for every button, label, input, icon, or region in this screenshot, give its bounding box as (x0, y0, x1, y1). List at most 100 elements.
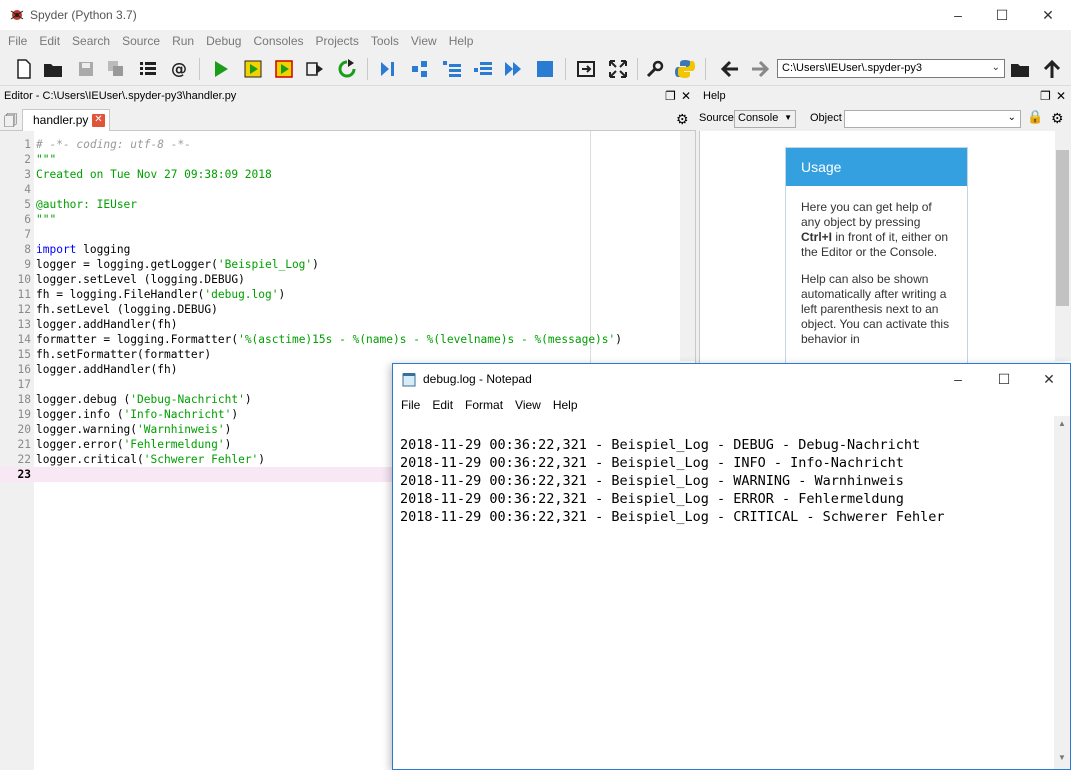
code-text: logger.addHandler(fh) (33, 318, 177, 331)
help-undock-icon[interactable]: ❐ (1040, 89, 1051, 103)
code-text: logger.setLevel (logging.DEBUG) (33, 273, 245, 286)
spyder-titlebar: Spyder (Python 3.7) – ☐ ✕ (0, 0, 1071, 30)
python-path-icon[interactable] (673, 57, 697, 81)
help-scrollbar-thumb[interactable] (1056, 150, 1069, 306)
spyder-logo-icon (10, 10, 24, 20)
code-token: ) (615, 333, 623, 346)
menu-help[interactable]: Help (443, 30, 480, 52)
close-tab-icon[interactable]: ✕ (92, 114, 105, 127)
close-button[interactable]: ✕ (1025, 0, 1071, 30)
lock-icon[interactable]: 🔒 (1027, 109, 1043, 125)
scroll-down-icon[interactable]: ▼ (1058, 753, 1066, 762)
working-directory-combo[interactable]: C:\Users\IEUser\.spyder-py3 ⌄ (777, 59, 1005, 78)
line-number: 9 (24, 258, 31, 271)
notepad-menu-view[interactable]: View (509, 394, 547, 416)
menu-tools[interactable]: Tools (365, 30, 405, 52)
debug-icon[interactable] (376, 57, 400, 81)
code-line: 9 logger = logging.getLogger('Beispiel_Lo… (0, 257, 680, 272)
menu-edit[interactable]: Edit (33, 30, 66, 52)
line-number: 3 (24, 168, 31, 181)
notepad-maximize-button[interactable]: ☐ (981, 364, 1027, 394)
preferences-wrench-icon[interactable] (643, 57, 667, 81)
debug-step-icon[interactable] (408, 57, 432, 81)
stop-debug-icon[interactable] (533, 57, 557, 81)
code-text: @author: IEUser (33, 198, 137, 211)
notepad-scrollbar[interactable]: ▲ ▼ (1054, 416, 1070, 769)
at-sign-icon[interactable]: @ (167, 57, 191, 81)
run-selection-icon[interactable] (303, 57, 327, 81)
code-token: fh.setFormatter(formatter) (36, 348, 212, 361)
scroll-up-icon[interactable]: ▲ (1058, 419, 1066, 428)
usage-title: Usage (786, 148, 967, 186)
run-cell-icon[interactable] (241, 57, 265, 81)
maximize-button[interactable]: ☐ (979, 0, 1025, 30)
notepad-menu-help[interactable]: Help (547, 394, 584, 416)
notepad-close-button[interactable]: ✕ (1026, 364, 1070, 394)
code-token: ) (224, 438, 232, 451)
code-line: 12 fh.setLevel (logging.DEBUG) (0, 302, 680, 317)
svg-text:@: @ (171, 59, 187, 78)
back-arrow-icon[interactable] (718, 57, 742, 81)
menu-source[interactable]: Source (116, 30, 166, 52)
log-line: 2018-11-29 00:36:22,321 - Beispiel_Log -… (400, 473, 904, 489)
code-token: ) (224, 423, 232, 436)
menu-file[interactable]: File (2, 30, 33, 52)
run-icon[interactable] (209, 57, 233, 81)
code-token: formatter = logging.Formatter( (36, 333, 239, 346)
notepad-minimize-button[interactable]: – (935, 364, 981, 394)
run-cell-advance-icon[interactable] (272, 57, 296, 81)
tab-handler-py[interactable]: handler.py ✕ (22, 109, 110, 131)
debug-continue-icon[interactable] (501, 57, 525, 81)
fullscreen-icon[interactable] (606, 57, 630, 81)
parent-dir-arrow-icon[interactable] (1040, 57, 1064, 81)
close-pane-icon[interactable]: ✕ (681, 89, 691, 103)
notepad-text-area[interactable]: 2018-11-29 00:36:22,321 - Beispiel_Log -… (400, 418, 945, 526)
undock-icon[interactable]: ❐ (665, 89, 676, 103)
menu-run[interactable]: Run (166, 30, 200, 52)
new-file-icon[interactable] (12, 57, 36, 81)
code-token: 'Warnhinweis' (137, 423, 225, 436)
object-combo[interactable]: ⌄ (844, 110, 1021, 128)
code-token: logger = logging.getLogger( (36, 258, 218, 271)
code-line: 14 formatter = logging.Formatter('%(ascti… (0, 332, 680, 347)
menu-consoles[interactable]: Consoles (247, 30, 309, 52)
code-token: logger.error( (36, 438, 124, 451)
maximize-pane-icon[interactable] (574, 57, 598, 81)
menu-search[interactable]: Search (66, 30, 116, 52)
gear-icon[interactable]: ⚙ (676, 111, 689, 128)
browse-folder-icon[interactable] (1008, 57, 1032, 81)
menu-view[interactable]: View (405, 30, 443, 52)
minimize-button[interactable]: – (935, 0, 981, 30)
code-line: 2 """ (0, 152, 680, 167)
save-icon[interactable] (74, 57, 98, 81)
code-token: 'Schwerer Fehler' (143, 453, 259, 466)
code-line: 8 import logging (0, 242, 680, 257)
notepad-menu-edit[interactable]: Edit (426, 394, 459, 416)
menu-debug[interactable]: Debug (200, 30, 247, 52)
help-gear-icon[interactable]: ⚙ (1051, 110, 1064, 127)
code-text: Created on Tue Nov 27 09:38:09 2018 (33, 168, 272, 181)
line-number: 10 (17, 273, 31, 286)
log-line: 2018-11-29 00:36:22,321 - Beispiel_Log -… (400, 509, 945, 525)
open-folder-icon[interactable] (41, 57, 65, 81)
debug-step-return-icon[interactable] (471, 57, 495, 81)
code-token: 'debug.log' (204, 288, 279, 301)
list-icon[interactable] (136, 57, 160, 81)
debug-step-into-icon[interactable] (440, 57, 464, 81)
help-close-pane-icon[interactable]: ✕ (1056, 89, 1066, 103)
save-all-icon[interactable] (104, 57, 128, 81)
code-token: logger.setLevel (logging.DEBUG) (36, 273, 245, 286)
editor-scrollbar[interactable] (680, 131, 695, 361)
source-combo[interactable]: Console ▼ (734, 110, 796, 128)
code-token: ) (244, 393, 252, 406)
toolbar-separator (199, 58, 200, 80)
menu-projects[interactable]: Projects (310, 30, 365, 52)
forward-arrow-icon[interactable] (748, 57, 772, 81)
notepad-menu-file[interactable]: File (395, 394, 426, 416)
code-text: logger.error('Fehlermeldung') (33, 438, 231, 451)
code-token: ) (258, 453, 266, 466)
notepad-menu-format[interactable]: Format (459, 394, 509, 416)
rerun-icon[interactable] (335, 57, 359, 81)
help-pane-title: Help (703, 90, 726, 102)
